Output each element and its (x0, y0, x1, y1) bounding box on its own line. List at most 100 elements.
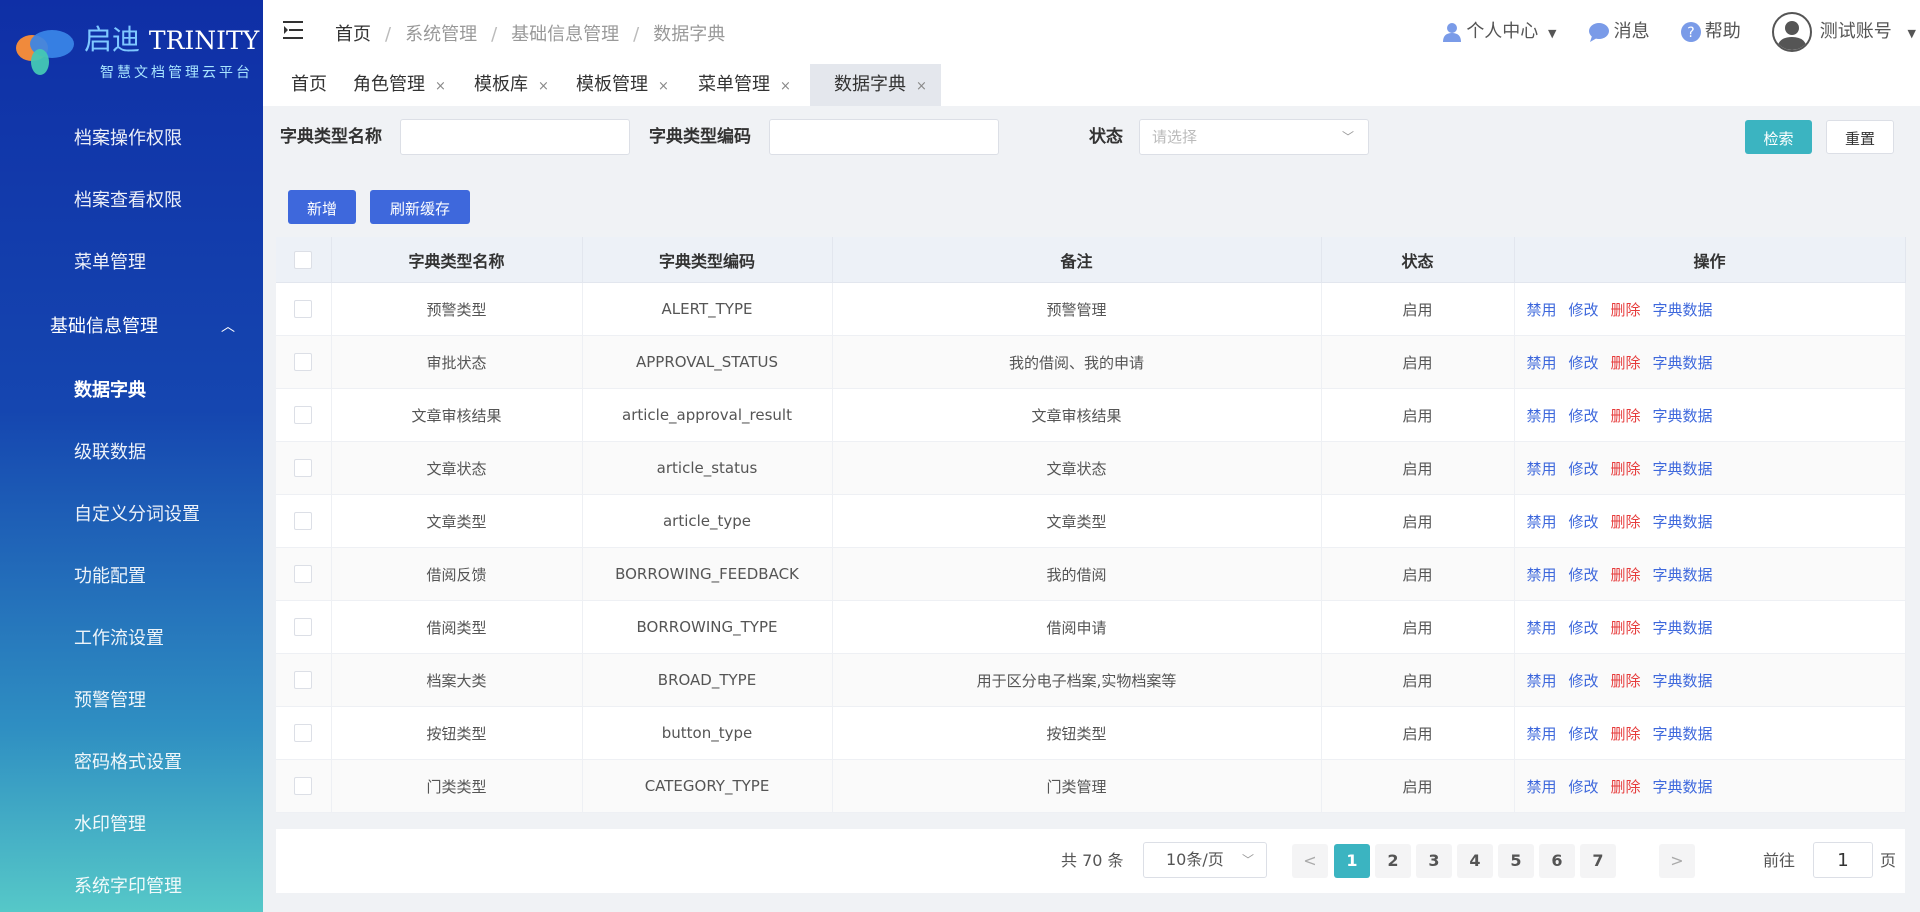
next-page-button[interactable]: > (1659, 844, 1695, 878)
close-icon[interactable]: × (435, 79, 446, 94)
edit-link[interactable]: 修改 (1569, 407, 1599, 425)
row-checkbox[interactable] (294, 724, 313, 743)
close-icon[interactable]: × (658, 79, 669, 94)
sidebar-item-menu-management[interactable]: 菜单管理 (0, 232, 263, 294)
delete-link[interactable]: 删除 (1611, 725, 1641, 743)
disable-link[interactable]: 禁用 (1527, 725, 1557, 743)
add-button[interactable]: 新增 (288, 190, 356, 224)
delete-link[interactable]: 删除 (1611, 460, 1641, 478)
help-link[interactable]: ? 帮助 (1680, 0, 1741, 64)
disable-link[interactable]: 禁用 (1527, 778, 1557, 796)
dict-data-link[interactable]: 字典数据 (1653, 460, 1713, 478)
row-checkbox[interactable] (294, 459, 313, 478)
sidebar-item-data-dictionary[interactable]: 数据字典 (0, 360, 263, 422)
messages-link[interactable]: 消息 (1588, 0, 1650, 64)
edit-link[interactable]: 修改 (1569, 778, 1599, 796)
delete-link[interactable]: 删除 (1611, 566, 1641, 584)
tab-template-management[interactable]: 模板管理 × (576, 64, 669, 106)
reset-button[interactable]: 重置 (1826, 120, 1894, 154)
delete-link[interactable]: 删除 (1611, 619, 1641, 637)
search-button[interactable]: 检索 (1745, 120, 1812, 154)
page-size-select[interactable]: 10条/页 ﹀ (1143, 842, 1267, 878)
sidebar-group-basic-info[interactable]: 基础信息管理 ︿ (0, 294, 263, 360)
dict-data-link[interactable]: 字典数据 (1653, 619, 1713, 637)
dict-data-link[interactable]: 字典数据 (1653, 672, 1713, 690)
status-select[interactable]: 请选择 ﹀ (1139, 119, 1369, 155)
page-button[interactable]: 5 (1498, 844, 1534, 878)
disable-link[interactable]: 禁用 (1527, 619, 1557, 637)
row-checkbox[interactable] (294, 353, 313, 372)
page-button[interactable]: 7 (1580, 844, 1616, 878)
select-all-checkbox[interactable] (294, 251, 313, 270)
sidebar-item-function-config[interactable]: 功能配置 (0, 546, 263, 608)
row-checkbox[interactable] (294, 512, 313, 531)
row-checkbox[interactable] (294, 300, 313, 319)
tab-home[interactable]: 首页 (291, 64, 327, 106)
dict-name-input[interactable] (400, 119, 630, 155)
edit-link[interactable]: 修改 (1569, 301, 1599, 319)
sidebar-item-workflow-settings[interactable]: 工作流设置 (0, 608, 263, 670)
delete-link[interactable]: 删除 (1611, 354, 1641, 372)
edit-link[interactable]: 修改 (1569, 513, 1599, 531)
disable-link[interactable]: 禁用 (1527, 566, 1557, 584)
disable-link[interactable]: 禁用 (1527, 672, 1557, 690)
breadcrumb-home[interactable]: 首页 (335, 24, 371, 45)
row-checkbox[interactable] (294, 565, 313, 584)
delete-link[interactable]: 删除 (1611, 513, 1641, 531)
tab-data-dictionary[interactable]: 数据字典 × (810, 64, 941, 106)
row-checkbox[interactable] (294, 671, 313, 690)
page-button[interactable]: 4 (1457, 844, 1493, 878)
tab-menu-management[interactable]: 菜单管理 × (698, 64, 791, 106)
menu-toggle-icon[interactable] (283, 20, 305, 40)
page-button[interactable]: 1 (1334, 844, 1370, 878)
breadcrumb-system[interactable]: 系统管理 (405, 24, 477, 45)
delete-link[interactable]: 删除 (1611, 407, 1641, 425)
tab-template-library[interactable]: 模板库 × (474, 64, 549, 106)
disable-link[interactable]: 禁用 (1527, 301, 1557, 319)
disable-link[interactable]: 禁用 (1527, 460, 1557, 478)
close-icon[interactable]: × (780, 79, 791, 94)
edit-link[interactable]: 修改 (1569, 354, 1599, 372)
delete-link[interactable]: 删除 (1611, 672, 1641, 690)
sidebar-item-archive-operation-permission[interactable]: 档案操作权限 (0, 108, 263, 170)
tab-role-management[interactable]: 角色管理 × (353, 64, 446, 106)
dict-data-link[interactable]: 字典数据 (1653, 301, 1713, 319)
account-menu[interactable]: 测试账号 ▼ (1771, 0, 1916, 64)
edit-link[interactable]: 修改 (1569, 460, 1599, 478)
dict-code-input[interactable] (769, 119, 999, 155)
row-checkbox[interactable] (294, 406, 313, 425)
close-icon[interactable]: × (538, 79, 549, 94)
page-button[interactable]: 2 (1375, 844, 1411, 878)
delete-link[interactable]: 删除 (1611, 778, 1641, 796)
disable-link[interactable]: 禁用 (1527, 407, 1557, 425)
disable-link[interactable]: 禁用 (1527, 513, 1557, 531)
refresh-cache-button[interactable]: 刷新缓存 (370, 190, 470, 224)
sidebar-item-watermark[interactable]: 水印管理 (0, 794, 263, 856)
dict-data-link[interactable]: 字典数据 (1653, 566, 1713, 584)
dict-data-link[interactable]: 字典数据 (1653, 725, 1713, 743)
page-button[interactable]: 6 (1539, 844, 1575, 878)
row-checkbox[interactable] (294, 618, 313, 637)
sidebar-item-password-format[interactable]: 密码格式设置 (0, 732, 263, 794)
dict-data-link[interactable]: 字典数据 (1653, 778, 1713, 796)
sidebar-item-cascade-data[interactable]: 级联数据 (0, 422, 263, 484)
prev-page-button[interactable]: < (1292, 844, 1328, 878)
edit-link[interactable]: 修改 (1569, 672, 1599, 690)
edit-link[interactable]: 修改 (1569, 619, 1599, 637)
page-button[interactable]: 3 (1416, 844, 1452, 878)
personal-center-menu[interactable]: 个人中心 ▼ (1442, 0, 1557, 64)
breadcrumb-basic-info[interactable]: 基础信息管理 (511, 24, 619, 45)
disable-link[interactable]: 禁用 (1527, 354, 1557, 372)
dict-data-link[interactable]: 字典数据 (1653, 354, 1713, 372)
dict-data-link[interactable]: 字典数据 (1653, 513, 1713, 531)
row-checkbox[interactable] (294, 777, 313, 796)
dict-data-link[interactable]: 字典数据 (1653, 407, 1713, 425)
close-icon[interactable]: × (916, 79, 927, 94)
edit-link[interactable]: 修改 (1569, 566, 1599, 584)
edit-link[interactable]: 修改 (1569, 725, 1599, 743)
delete-link[interactable]: 删除 (1611, 301, 1641, 319)
goto-page-input[interactable] (1813, 842, 1873, 878)
sidebar-item-system-seal[interactable]: 系统字印管理 (0, 856, 263, 912)
sidebar-item-archive-view-permission[interactable]: 档案查看权限 (0, 170, 263, 232)
sidebar-item-alert-management[interactable]: 预警管理 (0, 670, 263, 732)
